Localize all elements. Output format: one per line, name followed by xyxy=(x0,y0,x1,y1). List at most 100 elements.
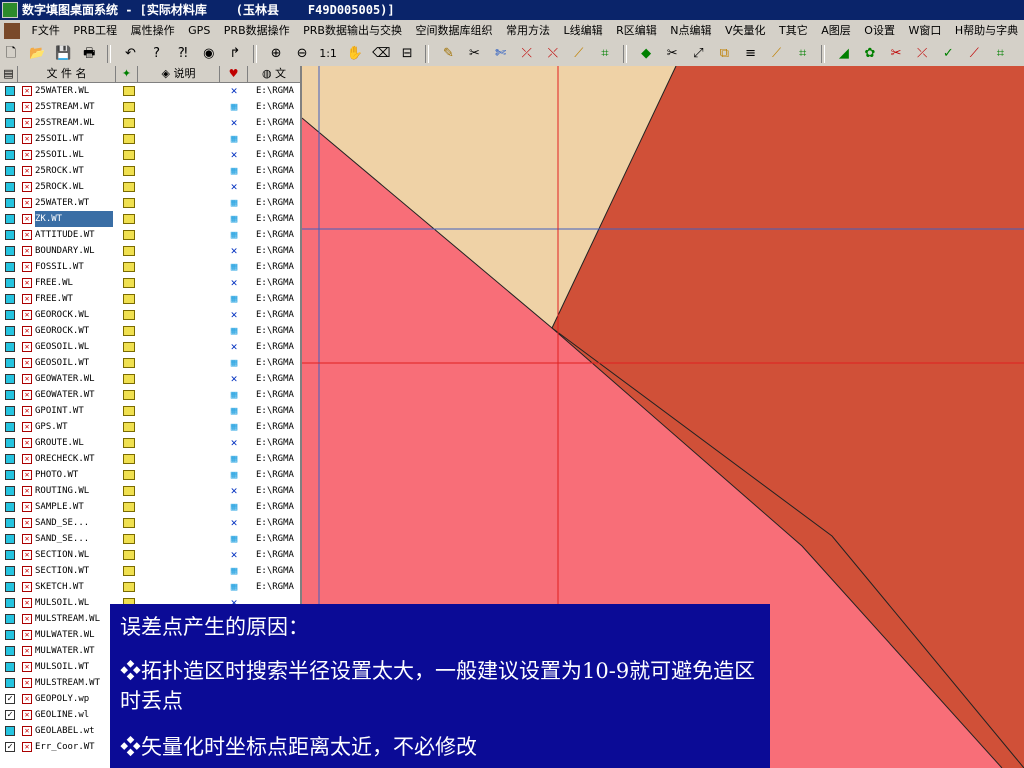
file-row[interactable]: ✕ 25STREAM.WT ▦ E:\RGMA xyxy=(0,99,300,115)
new-file-icon[interactable]: 🗋 xyxy=(2,45,20,63)
file-name[interactable]: GEOPOLY.wp xyxy=(35,691,113,707)
region-check-icon[interactable]: ✓ xyxy=(939,45,957,63)
file-row[interactable]: ✕ ATTITUDE.WT ▦ E:\RGMA xyxy=(0,227,300,243)
file-row[interactable]: ✕ SAND_SE... ✕ E:\RGMA xyxy=(0,515,300,531)
zoom-in-icon[interactable]: ⊕ xyxy=(267,45,285,63)
visibility-checkbox[interactable] xyxy=(5,646,15,656)
lock-icon[interactable] xyxy=(123,518,135,528)
file-row[interactable]: ✕ PHOTO.WT ▦ E:\RGMA xyxy=(0,467,300,483)
visibility-checkbox[interactable] xyxy=(5,454,15,464)
visibility-checkbox[interactable] xyxy=(5,662,15,672)
undo-icon[interactable]: ↶ xyxy=(121,45,139,63)
visibility-checkbox[interactable] xyxy=(5,230,15,240)
document-icon[interactable] xyxy=(4,23,20,39)
file-row[interactable]: ✕ GEOROCK.WL ✕ E:\RGMA xyxy=(0,307,300,323)
visibility-checkbox[interactable] xyxy=(5,566,15,576)
file-row[interactable]: ✕ ORECHECK.WT ▦ E:\RGMA xyxy=(0,451,300,467)
lock-icon[interactable] xyxy=(123,86,135,96)
lock-icon[interactable] xyxy=(123,198,135,208)
visibility-checkbox[interactable] xyxy=(5,678,15,688)
lock-icon[interactable] xyxy=(123,374,135,384)
visibility-checkbox[interactable] xyxy=(5,422,15,432)
visibility-checkbox[interactable]: ✓ xyxy=(5,742,15,752)
file-name[interactable]: GEOROCK.WT xyxy=(35,323,113,339)
file-name[interactable]: ROUTING.WL xyxy=(35,483,113,499)
print-icon[interactable]: 🖶 xyxy=(80,45,98,63)
lock-icon[interactable] xyxy=(123,454,135,464)
file-name[interactable]: MULSOIL.WL xyxy=(35,595,113,611)
file-name[interactable]: 25SOIL.WT xyxy=(35,131,113,147)
menu-help[interactable]: H帮助与字典 xyxy=(950,20,1023,42)
lock-icon[interactable] xyxy=(123,470,135,480)
lock-icon[interactable] xyxy=(123,566,135,576)
menu-layer[interactable]: A图层 xyxy=(816,20,856,42)
file-name[interactable]: SECTION.WT xyxy=(35,563,113,579)
menu-file[interactable]: F文件 xyxy=(27,20,65,42)
lock-icon[interactable] xyxy=(123,294,135,304)
file-name[interactable]: ORECHECK.WT xyxy=(35,451,113,467)
file-name[interactable]: 25WATER.WT xyxy=(35,195,113,211)
copy-point-icon[interactable]: ⧉ xyxy=(715,45,733,63)
menu-settings[interactable]: O设置 xyxy=(859,20,900,42)
file-name[interactable]: SAMPLE.WT xyxy=(35,499,113,515)
file-name[interactable]: MULSOIL.WT xyxy=(35,659,113,675)
region-edit-icon[interactable]: ⟋ xyxy=(965,45,983,63)
lock-icon[interactable] xyxy=(123,534,135,544)
add-point-icon[interactable]: ◆ xyxy=(637,45,655,63)
file-row[interactable]: ✕ ZK.WT ▦ E:\RGMA xyxy=(0,211,300,227)
lock-icon[interactable] xyxy=(123,230,135,240)
file-row[interactable]: ✕ SECTION.WT ▦ E:\RGMA xyxy=(0,563,300,579)
file-name[interactable]: MULSTREAM.WT xyxy=(35,675,113,691)
menu-spatial-db[interactable]: 空间数据库组织 xyxy=(410,20,497,42)
file-name[interactable]: 25ROCK.WL xyxy=(35,179,113,195)
join-line-icon[interactable]: ⤬ xyxy=(544,45,562,63)
file-name[interactable]: MULSTREAM.WL xyxy=(35,611,113,627)
visibility-checkbox[interactable] xyxy=(5,614,15,624)
file-name[interactable]: GEOLABEL.wt xyxy=(35,723,113,739)
menu-attribute-ops[interactable]: 属性操作 xyxy=(126,20,180,42)
lock-icon[interactable] xyxy=(123,422,135,432)
visibility-checkbox[interactable] xyxy=(5,86,15,96)
file-name[interactable]: GPOINT.WT xyxy=(35,403,113,419)
save-icon[interactable]: 💾 xyxy=(54,45,72,63)
visibility-checkbox[interactable] xyxy=(5,262,15,272)
add-region-icon[interactable]: ◢ xyxy=(835,45,853,63)
window-split-icon[interactable]: ⊟ xyxy=(398,45,416,63)
visibility-checkbox[interactable] xyxy=(5,310,15,320)
split-line-icon[interactable]: ✄ xyxy=(492,45,510,63)
file-name[interactable]: GEOROCK.WL xyxy=(35,307,113,323)
file-row[interactable]: ✕ SKETCH.WT ▦ E:\RGMA xyxy=(0,579,300,595)
lock-icon[interactable] xyxy=(123,550,135,560)
pencil-icon[interactable]: ✎ xyxy=(439,45,457,63)
menu-line-edit[interactable]: L线编辑 xyxy=(558,20,607,42)
help-icon[interactable]: ? xyxy=(148,45,166,63)
visibility-checkbox[interactable]: ✓ xyxy=(5,710,15,720)
header-color-icon[interactable]: ♥ xyxy=(220,66,248,82)
file-row[interactable]: ✕ SECTION.WL ✕ E:\RGMA xyxy=(0,547,300,563)
visibility-checkbox[interactable] xyxy=(5,214,15,224)
file-row[interactable]: ✕ GEOSOIL.WL ✕ E:\RGMA xyxy=(0,339,300,355)
file-name[interactable]: ZK.WT xyxy=(35,211,113,227)
file-name[interactable]: BOUNDARY.WL xyxy=(35,243,113,259)
file-row[interactable]: ✕ 25SOIL.WL ✕ E:\RGMA xyxy=(0,147,300,163)
eraser-icon[interactable]: ⌫ xyxy=(372,45,390,63)
lock-icon[interactable] xyxy=(123,582,135,592)
file-name[interactable]: 25STREAM.WL xyxy=(35,115,113,131)
file-row[interactable]: ✕ 25STREAM.WL ✕ E:\RGMA xyxy=(0,115,300,131)
header-tree-icon[interactable]: ▤ xyxy=(0,66,18,82)
lock-icon[interactable] xyxy=(123,358,135,368)
file-name[interactable]: FREE.WL xyxy=(35,275,113,291)
lock-icon[interactable] xyxy=(123,134,135,144)
file-name[interactable]: GEOLINE.wl xyxy=(35,707,113,723)
file-name[interactable]: 25WATER.WL xyxy=(35,83,113,99)
file-row[interactable]: ✕ GEOWATER.WT ▦ E:\RGMA xyxy=(0,387,300,403)
region-fill-icon[interactable]: ✿ xyxy=(861,45,879,63)
visibility-checkbox[interactable] xyxy=(5,326,15,336)
file-name[interactable]: FREE.WT xyxy=(35,291,113,307)
lock-icon[interactable] xyxy=(123,102,135,112)
open-folder-icon[interactable]: 📂 xyxy=(28,45,46,63)
visibility-checkbox[interactable] xyxy=(5,582,15,592)
visibility-checkbox[interactable] xyxy=(5,550,15,560)
visibility-checkbox[interactable] xyxy=(5,102,15,112)
file-row[interactable]: ✕ BOUNDARY.WL ✕ E:\RGMA xyxy=(0,243,300,259)
